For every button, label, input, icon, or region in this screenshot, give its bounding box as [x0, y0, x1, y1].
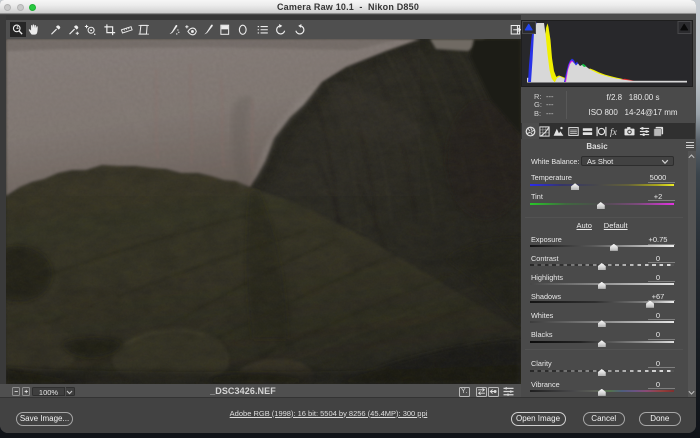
svg-text:fx: fx: [610, 126, 618, 136]
